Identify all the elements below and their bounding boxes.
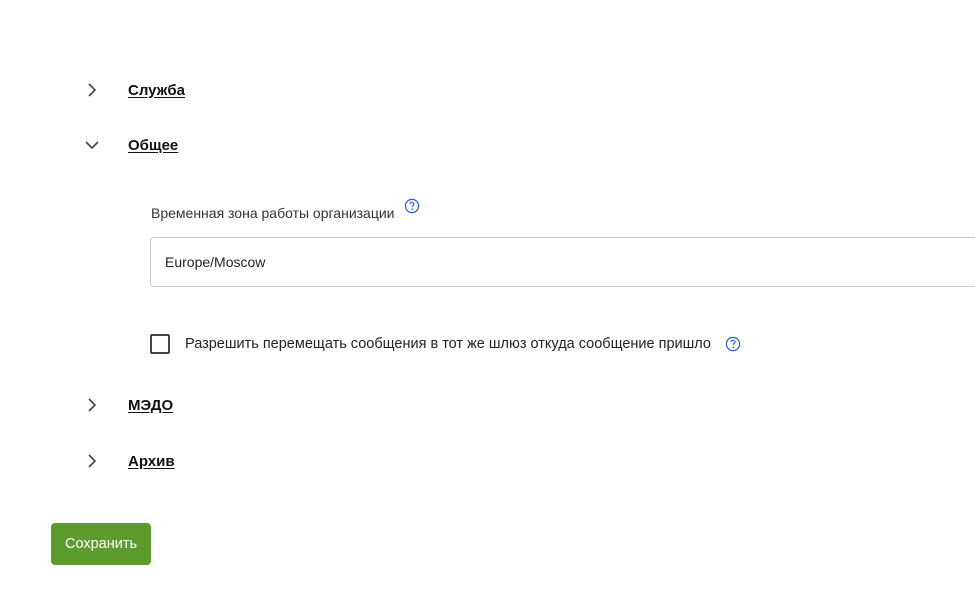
chevron-right-icon [84, 82, 100, 98]
timezone-field-label: Временная зона работы организации [151, 198, 420, 221]
section-title-general[interactable]: Общее [128, 137, 178, 154]
section-header-service[interactable]: Служба [84, 78, 185, 102]
allow-same-gateway-label[interactable]: Разрешить перемещать сообщения в тот же … [185, 336, 711, 352]
chevron-right-icon [84, 453, 100, 469]
allow-same-gateway-row: Разрешить перемещать сообщения в тот же … [150, 332, 741, 356]
chevron-right-icon [84, 397, 100, 413]
timezone-label-text: Временная зона работы организации [151, 205, 395, 221]
help-circle-icon[interactable] [404, 198, 420, 214]
section-header-general[interactable]: Общее [84, 133, 178, 157]
section-title-service[interactable]: Служба [128, 82, 185, 99]
chevron-down-icon [84, 137, 100, 153]
timezone-input[interactable] [150, 237, 975, 287]
section-title-medo[interactable]: МЭДО [128, 397, 173, 414]
save-button[interactable]: Сохранить [51, 523, 152, 565]
section-header-archive[interactable]: Архив [84, 449, 175, 473]
section-header-medo[interactable]: МЭДО [84, 393, 173, 417]
allow-same-gateway-checkbox[interactable] [150, 334, 170, 354]
help-circle-icon[interactable] [725, 336, 741, 352]
section-title-archive[interactable]: Архив [128, 453, 175, 470]
